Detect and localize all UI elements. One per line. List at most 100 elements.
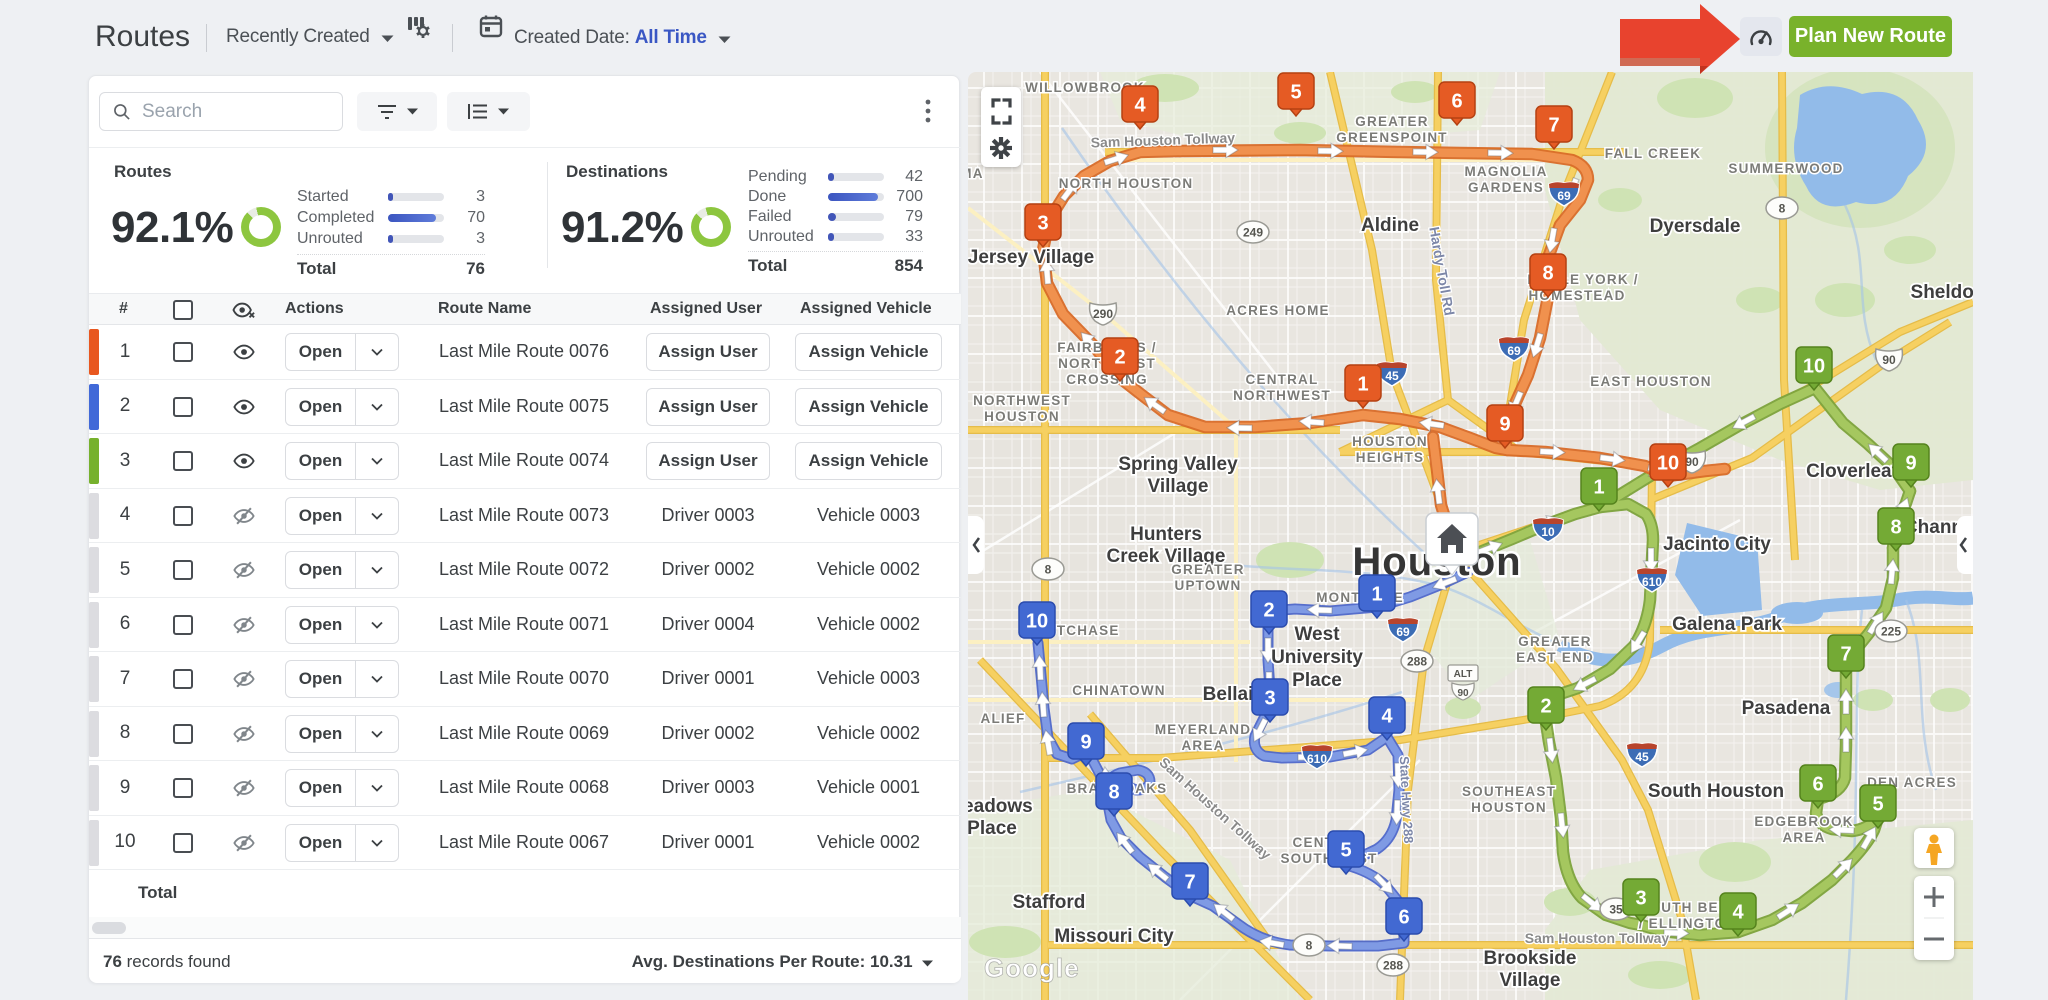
svg-text:610: 610 (1642, 575, 1662, 589)
svg-text:6: 6 (1812, 774, 1823, 796)
svg-text:4: 4 (1381, 706, 1393, 728)
svg-text:Google: Google (984, 953, 1080, 983)
svg-text:69: 69 (1557, 189, 1571, 203)
svg-text:4: 4 (1134, 95, 1146, 117)
svg-text:9: 9 (1499, 414, 1510, 436)
svg-text:EAST END: EAST END (1516, 650, 1594, 665)
svg-text:69: 69 (1507, 344, 1521, 358)
svg-text:MAGNOLIA: MAGNOLIA (1464, 164, 1547, 179)
svg-text:GREATER: GREATER (1355, 114, 1428, 129)
svg-text:8: 8 (1108, 782, 1119, 804)
svg-text:90: 90 (1685, 455, 1699, 469)
svg-text:GREENSPOINT: GREENSPOINT (1336, 130, 1447, 145)
svg-text:University: University (1271, 647, 1363, 668)
svg-text:SUMMERWOOD: SUMMERWOOD (1728, 161, 1843, 176)
svg-text:Place: Place (968, 818, 1017, 839)
svg-text:8: 8 (1306, 939, 1313, 953)
svg-text:1: 1 (1371, 584, 1382, 606)
svg-text:90: 90 (1882, 353, 1896, 367)
svg-text:610: 610 (1307, 752, 1327, 766)
svg-text:10: 10 (1657, 453, 1679, 475)
svg-text:8: 8 (1890, 517, 1901, 539)
svg-text:HOUSTON: HOUSTON (984, 409, 1060, 424)
svg-text:Meadows: Meadows (968, 796, 1033, 817)
svg-text:7: 7 (1548, 115, 1559, 137)
svg-text:45: 45 (1635, 750, 1649, 764)
svg-text:225: 225 (1881, 625, 1901, 639)
svg-text:5: 5 (1340, 840, 1351, 862)
svg-text:7: 7 (1184, 872, 1195, 894)
svg-text:45: 45 (1385, 369, 1399, 383)
svg-text:UPTOWN: UPTOWN (1175, 578, 1242, 593)
svg-text:90: 90 (1457, 688, 1469, 699)
svg-text:Galena Park: Galena Park (1672, 614, 1782, 635)
svg-text:288: 288 (1383, 959, 1403, 973)
svg-text:10: 10 (1026, 611, 1048, 633)
svg-text:GREATER: GREATER (1518, 634, 1591, 649)
svg-text:AREA: AREA (1181, 738, 1224, 753)
svg-text:3: 3 (1037, 213, 1048, 235)
svg-text:NORTHWEST: NORTHWEST (1233, 388, 1331, 403)
svg-text:8: 8 (1542, 263, 1553, 285)
svg-text:Spring Valley: Spring Valley (1118, 454, 1238, 475)
svg-text:290: 290 (1093, 307, 1113, 321)
svg-text:GREATER: GREATER (1171, 562, 1244, 577)
svg-text:Hunters: Hunters (1130, 524, 1202, 545)
svg-text:Jacinto City: Jacinto City (1663, 534, 1771, 555)
svg-text:HOUSTON: HOUSTON (1352, 434, 1428, 449)
svg-text:AREA: AREA (1782, 830, 1825, 845)
svg-text:NORTH HOUSTON: NORTH HOUSTON (1059, 176, 1194, 191)
svg-text:GARDENS: GARDENS (1468, 180, 1544, 195)
svg-text:West: West (1294, 624, 1340, 645)
svg-text:6: 6 (1451, 91, 1462, 113)
svg-text:MA: MA (968, 166, 984, 181)
svg-text:EDGEBROOK: EDGEBROOK (1754, 814, 1853, 829)
svg-text:6: 6 (1398, 907, 1409, 929)
svg-text:288: 288 (1407, 655, 1427, 669)
svg-text:Village: Village (1148, 476, 1209, 497)
svg-text:7: 7 (1840, 644, 1851, 666)
svg-text:Jersey Village: Jersey Village (968, 247, 1094, 268)
svg-text:4: 4 (1732, 902, 1744, 924)
svg-text:5: 5 (1872, 794, 1883, 816)
svg-text:EAST HOUSTON: EAST HOUSTON (1590, 374, 1711, 389)
svg-text:3: 3 (1264, 688, 1275, 710)
svg-text:Pasadena: Pasadena (1742, 698, 1831, 719)
svg-text:8: 8 (1779, 202, 1786, 216)
svg-text:Sam Houston Tollway: Sam Houston Tollway (1525, 930, 1670, 946)
svg-text:CENTRAL: CENTRAL (1246, 372, 1319, 387)
svg-text:South Houston: South Houston (1648, 781, 1784, 802)
svg-text:9: 9 (1080, 732, 1091, 754)
svg-text:FALL CREEK: FALL CREEK (1605, 146, 1702, 161)
svg-text:Aldine: Aldine (1361, 215, 1419, 236)
svg-text:MEYERLAND: MEYERLAND (1155, 722, 1251, 737)
svg-text:69: 69 (1396, 625, 1410, 639)
svg-text:3: 3 (1635, 888, 1646, 910)
svg-text:2: 2 (1114, 347, 1125, 369)
svg-text:5: 5 (1290, 82, 1301, 104)
svg-text:1: 1 (1357, 374, 1368, 396)
svg-text:Village: Village (1500, 970, 1561, 991)
svg-text:35: 35 (1609, 903, 1623, 917)
svg-text:10: 10 (1541, 525, 1555, 539)
svg-text:NORTHWEST: NORTHWEST (973, 393, 1071, 408)
svg-text:HEIGHTS: HEIGHTS (1356, 450, 1424, 465)
svg-text:ACRES HOME: ACRES HOME (1226, 303, 1330, 318)
svg-text:CHINATOWN: CHINATOWN (1072, 683, 1166, 698)
svg-text:ALT: ALT (1454, 669, 1473, 680)
svg-text:Stafford: Stafford (1013, 892, 1086, 913)
svg-text:2: 2 (1263, 600, 1274, 622)
svg-text:2: 2 (1540, 696, 1551, 718)
svg-text:HOUSTON: HOUSTON (1471, 800, 1547, 815)
svg-text:Dyersdale: Dyersdale (1650, 216, 1741, 237)
svg-text:ALIEF: ALIEF (981, 711, 1026, 726)
svg-text:Brookside: Brookside (1484, 948, 1577, 969)
svg-text:Sheldon: Sheldon (1911, 282, 1973, 303)
svg-text:9: 9 (1905, 453, 1916, 475)
svg-text:SOUTHEAST: SOUTHEAST (1462, 784, 1556, 799)
svg-text:8: 8 (1045, 563, 1052, 577)
svg-text:1: 1 (1593, 477, 1604, 499)
svg-text:249: 249 (1243, 226, 1263, 240)
svg-text:Place: Place (1292, 670, 1342, 691)
svg-text:10: 10 (1803, 356, 1825, 378)
